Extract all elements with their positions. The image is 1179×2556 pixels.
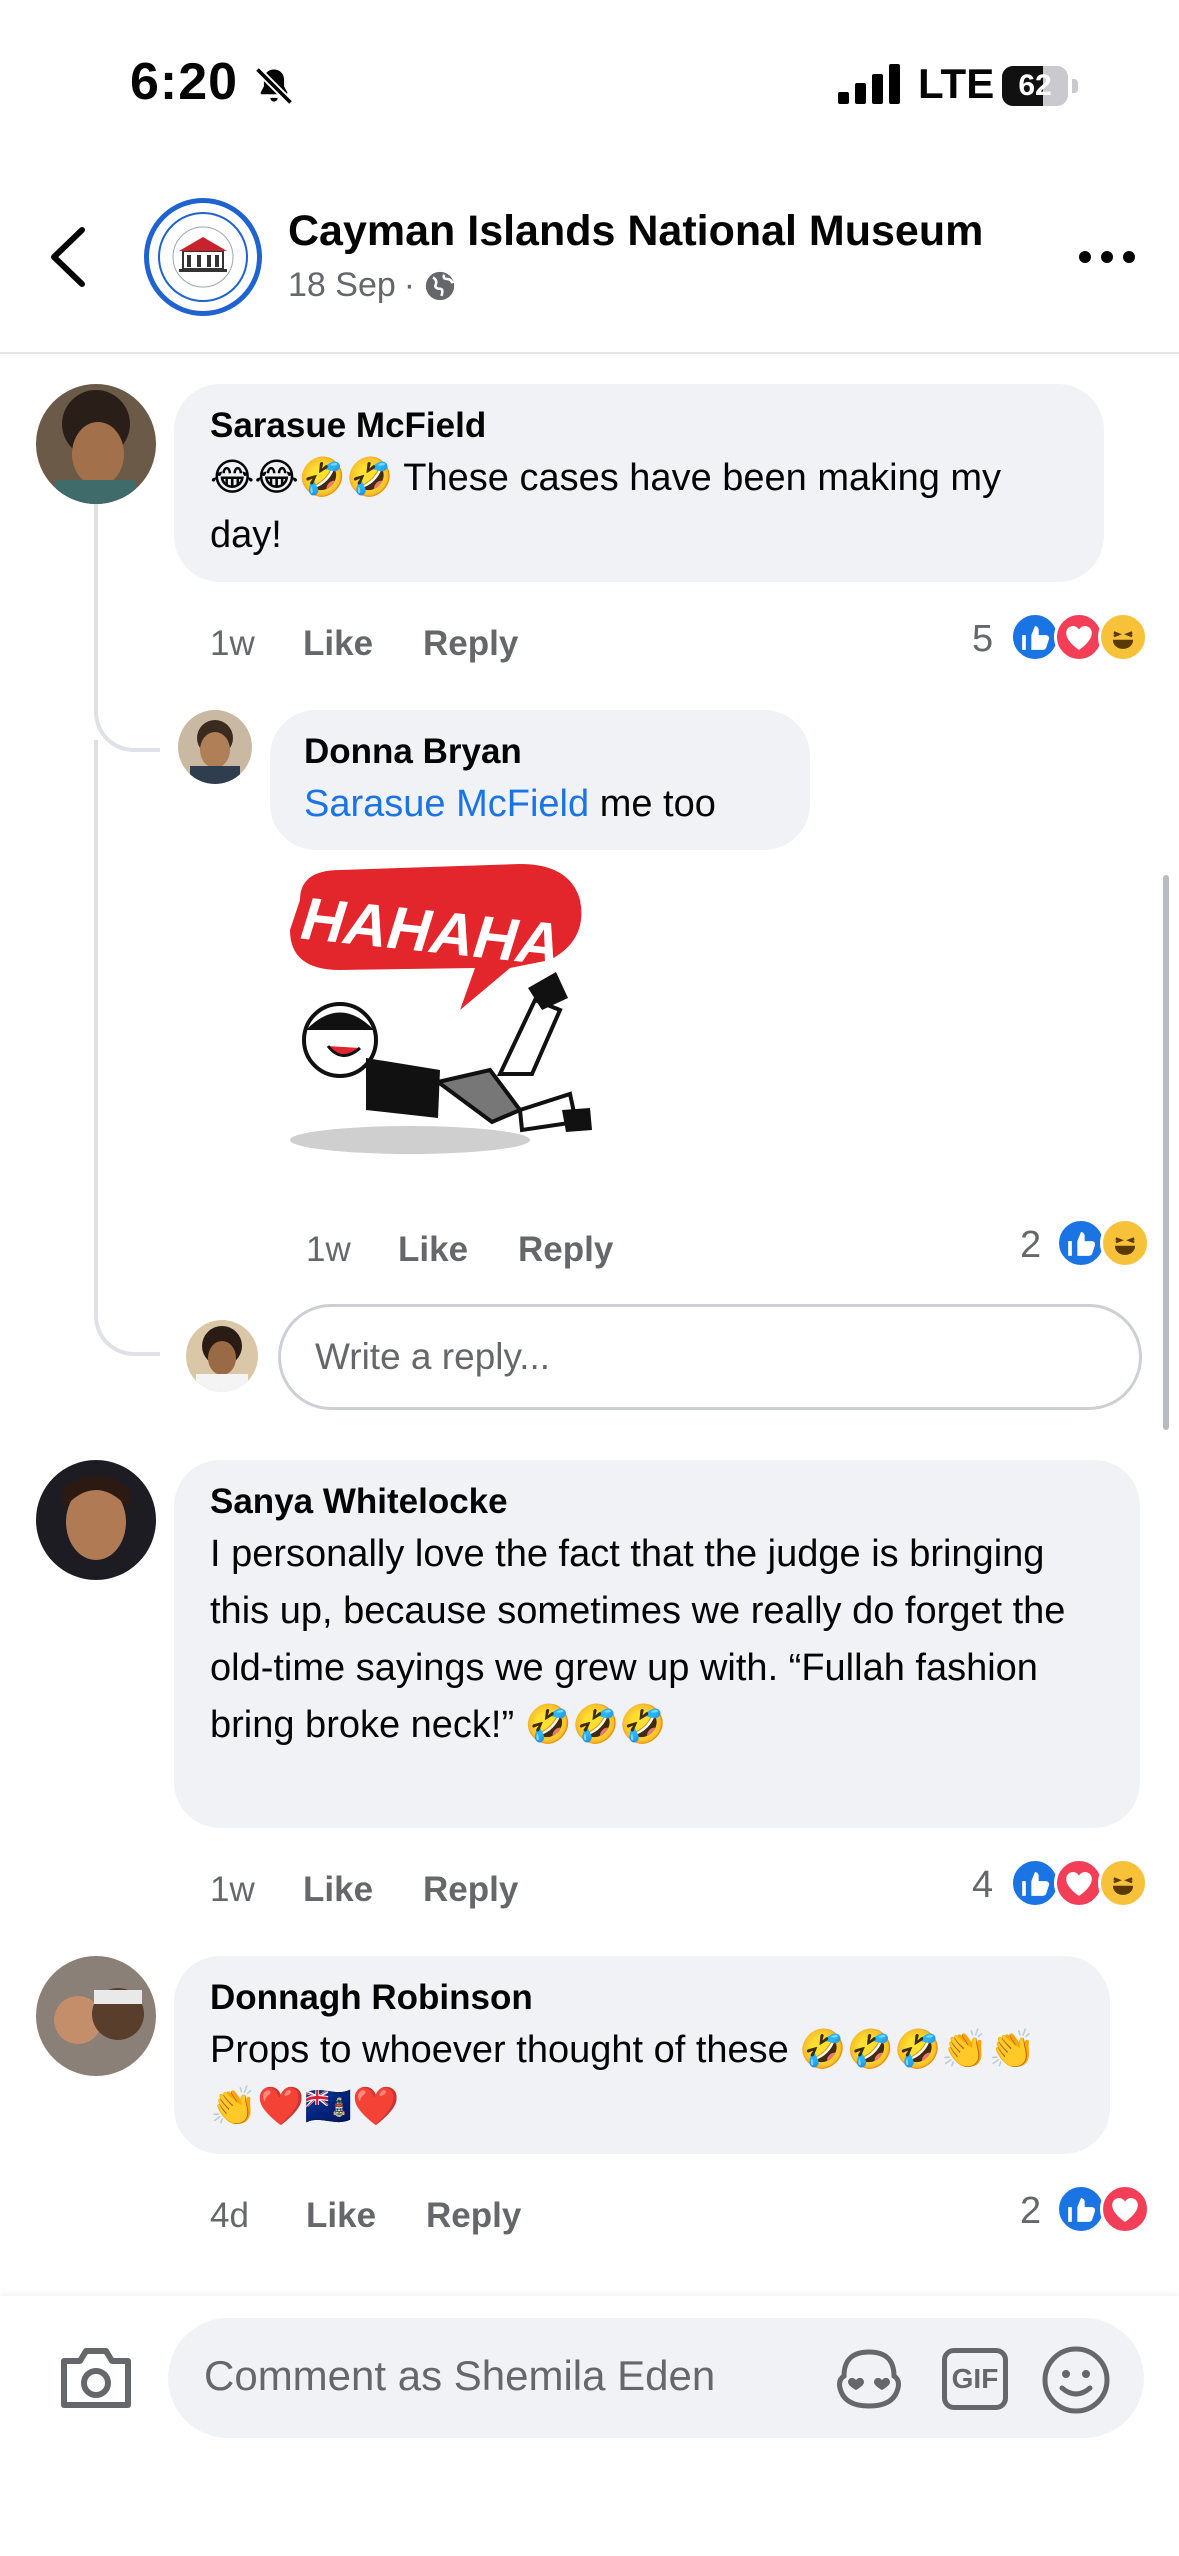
comment-age: 4d — [210, 2196, 249, 2235]
love-reaction-icon — [1054, 612, 1104, 662]
avatar[interactable] — [36, 384, 156, 504]
laughing-sticker[interactable]: HAHAHA — [270, 860, 600, 1160]
emoji-icon[interactable] — [1040, 2344, 1112, 2416]
avatar[interactable] — [178, 710, 252, 784]
reply-button[interactable]: Reply — [518, 1230, 613, 1269]
status-time: 6:20 — [130, 53, 239, 111]
reaction-icons[interactable] — [1056, 1218, 1166, 1270]
museum-logo-art — [158, 212, 248, 302]
reply-button[interactable]: Reply — [423, 1870, 518, 1909]
reply-button[interactable]: Reply — [423, 624, 518, 663]
cellular-signal-icon — [838, 64, 900, 104]
camera-icon[interactable] — [58, 2345, 134, 2411]
comment-text: Props to whoever thought of these 🤣🤣🤣👏👏👏… — [210, 2029, 1036, 2128]
haha-reaction-icon — [1098, 1858, 1148, 1908]
bell-muted-icon — [254, 66, 294, 106]
comment-placeholder: Comment as Shemila Eden — [204, 2352, 716, 2399]
like-button[interactable]: Like — [306, 2196, 376, 2235]
reaction-count[interactable]: 4 — [972, 1864, 993, 1907]
comment-age: 1w — [210, 1870, 255, 1909]
haha-reaction-icon — [1098, 612, 1148, 662]
post-date: 18 Sep — [288, 266, 396, 304]
like-reaction-icon — [1056, 2184, 1106, 2234]
mention-link[interactable]: Sarasue McField — [304, 783, 589, 825]
like-reaction-icon — [1010, 612, 1060, 662]
reaction-count[interactable]: 2 — [1020, 2190, 1041, 2233]
reaction-icons[interactable] — [1056, 2184, 1166, 2236]
battery-icon: 62 — [1002, 66, 1080, 106]
comment-author[interactable]: Sarasue McField — [210, 406, 1068, 446]
comment-bubble[interactable]: Donnagh Robinson Props to whoever though… — [174, 1956, 1110, 2154]
avatar[interactable] — [36, 1460, 156, 1580]
gif-icon[interactable]: GIF — [942, 2348, 1008, 2410]
header-divider — [0, 352, 1179, 354]
write-reply-input[interactable]: Write a reply... — [278, 1304, 1142, 1410]
gif-label: GIF — [951, 2363, 999, 2394]
reply-text: me too — [599, 783, 716, 825]
meta-separator: · — [403, 266, 416, 304]
like-reaction-icon — [1056, 1218, 1106, 1268]
like-button[interactable]: Like — [398, 1230, 468, 1269]
page-title[interactable]: Cayman Islands National Museum — [288, 207, 983, 256]
thread-connector — [94, 740, 160, 1356]
comment-text: I personally love the fact that the judg… — [210, 1533, 1066, 1746]
love-reaction-icon — [1100, 2184, 1150, 2234]
love-reaction-icon — [1054, 1858, 1104, 1908]
comment-author[interactable]: Donnagh Robinson — [210, 1978, 1074, 2018]
battery-percent: 62 — [1018, 69, 1052, 102]
network-type: LTE — [918, 60, 995, 107]
museum-logo[interactable] — [144, 198, 262, 316]
globe-icon — [425, 271, 455, 300]
comment-text: 😂😂🤣🤣 These cases have been making my day… — [210, 457, 1002, 556]
like-reaction-icon — [1010, 1858, 1060, 1908]
reply-age: 1w — [306, 1230, 351, 1269]
comment-bubble[interactable]: Sanya Whitelocke I personally love the f… — [174, 1460, 1140, 1828]
reaction-icons[interactable] — [1010, 612, 1160, 664]
comment-age: 1w — [210, 624, 255, 663]
reply-bubble[interactable]: Donna Bryan Sarasue McField me too — [270, 710, 810, 850]
reaction-icons[interactable] — [1010, 1858, 1160, 1910]
haha-reaction-icon — [1100, 1218, 1150, 1268]
like-button[interactable]: Like — [303, 624, 373, 663]
thread-connector — [94, 660, 160, 752]
reply-author[interactable]: Donna Bryan — [304, 732, 776, 772]
avatar[interactable] — [36, 1956, 156, 2076]
post-meta: 18 Sep · — [288, 266, 457, 305]
scrollbar[interactable] — [1163, 875, 1169, 1430]
reaction-count[interactable]: 5 — [972, 618, 993, 661]
reaction-count[interactable]: 2 — [1020, 1224, 1041, 1267]
comment-bubble[interactable]: Sarasue McField 😂😂🤣🤣 These cases have be… — [174, 384, 1104, 582]
like-button[interactable]: Like — [303, 1870, 373, 1909]
avatar — [186, 1320, 258, 1392]
comment-author[interactable]: Sanya Whitelocke — [210, 1482, 1104, 1522]
back-chevron-icon[interactable] — [44, 222, 94, 292]
reply-button[interactable]: Reply — [426, 2196, 521, 2235]
more-horizontal-icon[interactable] — [1078, 250, 1136, 264]
avatar-sticker-icon[interactable] — [834, 2346, 904, 2412]
